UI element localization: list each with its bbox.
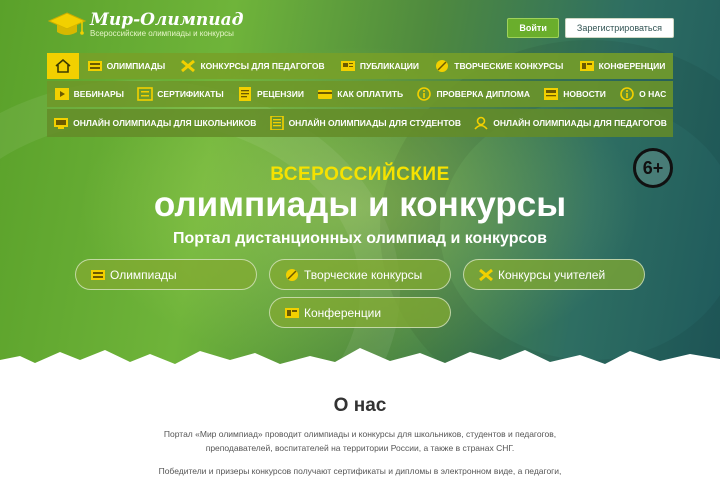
menu-item-olympiads[interactable]: ОЛИМПИАДЫ	[79, 53, 173, 79]
hero-button-conferences[interactable]: Конференции	[269, 297, 451, 328]
menu-item-label: ПУБЛИКАЦИИ	[359, 61, 420, 71]
graduation-cap-icon	[48, 12, 86, 35]
online-school-icon	[54, 118, 69, 129]
tools-icon	[479, 268, 493, 281]
menu-item-online-teachers[interactable]: ОНЛАЙН ОЛИМПИАДЫ ДЛЯ ПЕДАГОГОВ	[467, 109, 673, 137]
palette-icon	[286, 268, 298, 281]
site-logo[interactable]: Мир-Олимпиад Всероссийские олимпиады и к…	[48, 10, 243, 40]
news-icon	[544, 88, 559, 100]
menu-item-label: СЕРТИФИКАТЫ	[157, 89, 224, 99]
certificate-icon	[137, 87, 154, 101]
menu-item-reviews[interactable]: РЕЦЕНЗИИ	[230, 81, 310, 107]
tools-icon	[181, 59, 196, 73]
hero-button-label: Творческие конкурсы	[304, 267, 423, 282]
home-button[interactable]	[47, 53, 79, 79]
menu-item-certificates[interactable]: СЕРТИФИКАТЫ	[131, 81, 231, 107]
home-icon	[55, 59, 71, 73]
about-title: О нас	[333, 395, 387, 416]
palette-icon	[436, 60, 449, 72]
menu-item-how-to-pay[interactable]: КАК ОПЛАТИТЬ	[311, 81, 410, 107]
hero-button-label: Конкурсы учителей	[498, 267, 606, 282]
main-menu: ОЛИМПИАДЫ КОНКУРСЫ ДЛЯ ПЕДАГОГОВ ПУБЛИКА…	[47, 53, 673, 139]
hero-button-label: Конференции	[304, 305, 382, 320]
hero-button-label: Олимпиады	[110, 267, 177, 282]
info-icon	[620, 87, 634, 101]
torn-paper-edge	[0, 348, 720, 378]
menu-item-label: КАК ОПЛАТИТЬ	[337, 89, 404, 99]
menu-item-label: КОНФЕРЕНЦИИ	[598, 61, 666, 71]
menu-item-label: ОНЛАЙН ОЛИМПИАДЫ ДЛЯ ШКОЛЬНИКОВ	[73, 118, 257, 128]
menu-item-diploma-check[interactable]: ПРОВЕРКА ДИПЛОМА	[410, 81, 537, 107]
menu-item-label: КОНКУРСЫ ДЛЯ ПЕДАГОГОВ	[200, 61, 325, 71]
menu-item-publications[interactable]: ПУБЛИКАЦИИ	[332, 53, 426, 79]
menu-item-teacher-contests[interactable]: КОНКУРСЫ ДЛЯ ПЕДАГОГОВ	[173, 53, 332, 79]
menu-item-label: РЕЦЕНЗИИ	[257, 89, 304, 99]
menu-item-label: ВЕБИНАРЫ	[73, 89, 124, 99]
teacher-icon	[474, 116, 488, 130]
checklist-icon	[269, 116, 284, 130]
menu-item-about[interactable]: О НАС	[612, 81, 673, 107]
hero-button-creative[interactable]: Творческие конкурсы	[269, 259, 451, 290]
bookshelf-icon	[91, 269, 105, 280]
conference-icon	[579, 61, 594, 71]
menu-row-1: ОЛИМПИАДЫ КОНКУРСЫ ДЛЯ ПЕДАГОГОВ ПУБЛИКА…	[47, 53, 673, 79]
hero-button-teacher-contests[interactable]: Конкурсы учителей	[463, 259, 645, 290]
about-paragraph: Победители и призеры конкурсов получают …	[158, 466, 562, 476]
menu-item-online-school[interactable]: ОНЛАЙН ОЛИМПИАДЫ ДЛЯ ШКОЛЬНИКОВ	[47, 109, 262, 137]
video-play-icon	[54, 88, 69, 100]
menu-item-creative-contests[interactable]: ТВОРЧЕСКИЕ КОНКУРСЫ	[427, 53, 571, 79]
menu-item-webinars[interactable]: ВЕБИНАРЫ	[47, 81, 131, 107]
menu-item-news[interactable]: НОВОСТИ	[537, 81, 613, 107]
menu-item-label: ПРОВЕРКА ДИПЛОМА	[436, 89, 530, 99]
payment-card-icon	[318, 90, 333, 99]
menu-row-2: ВЕБИНАРЫ СЕРТИФИКАТЫ РЕЦЕНЗИИ КАК ОПЛАТИ…	[47, 81, 673, 107]
menu-item-online-students[interactable]: ОНЛАЙН ОЛИМПИАДЫ ДЛЯ СТУДЕНТОВ	[262, 109, 467, 137]
about-text: Портал «Мир олимпиад» проводит олимпиады…	[140, 427, 580, 480]
auth-buttons: Войти Зарегистрироваться	[507, 18, 674, 38]
menu-item-label: ОНЛАЙН ОЛИМПИАДЫ ДЛЯ СТУДЕНТОВ	[288, 118, 462, 128]
conference-icon	[285, 307, 299, 318]
menu-item-label: ОНЛАЙН ОЛИМПИАДЫ ДЛЯ ПЕДАГОГОВ	[493, 118, 667, 128]
about-paragraph: Портал «Мир олимпиад» проводит олимпиады…	[163, 429, 557, 453]
menu-item-conferences[interactable]: КОНФЕРЕНЦИИ	[571, 53, 673, 79]
bookshelf-icon	[87, 61, 102, 71]
menu-item-label: ОЛИМПИАДЫ	[106, 61, 166, 71]
logo-title: Мир-Олимпиад	[90, 10, 244, 30]
hero-button-olympiads[interactable]: Олимпиады	[75, 259, 257, 290]
hero-subtitle: ВСЕРОССИЙСКИЕ	[270, 164, 450, 185]
login-button[interactable]: Войти	[507, 18, 559, 38]
register-button[interactable]: Зарегистрироваться	[564, 18, 674, 38]
menu-item-label: О НАС	[639, 89, 667, 99]
info-icon	[417, 87, 432, 101]
newspaper-icon	[340, 61, 355, 71]
logo-subtitle: Всероссийские олимпиады и конкурсы	[90, 29, 234, 38]
hero-tagline: Портал дистанционных олимпиад и конкурсо…	[173, 230, 547, 247]
document-icon	[239, 87, 252, 101]
menu-row-3: ОНЛАЙН ОЛИМПИАДЫ ДЛЯ ШКОЛЬНИКОВ ОНЛАЙН О…	[47, 109, 673, 137]
menu-item-label: ТВОРЧЕСКИЕ КОНКУРСЫ	[454, 61, 564, 71]
hero-title: олимпиады и конкурсы	[153, 185, 567, 224]
menu-item-label: НОВОСТИ	[563, 89, 606, 99]
